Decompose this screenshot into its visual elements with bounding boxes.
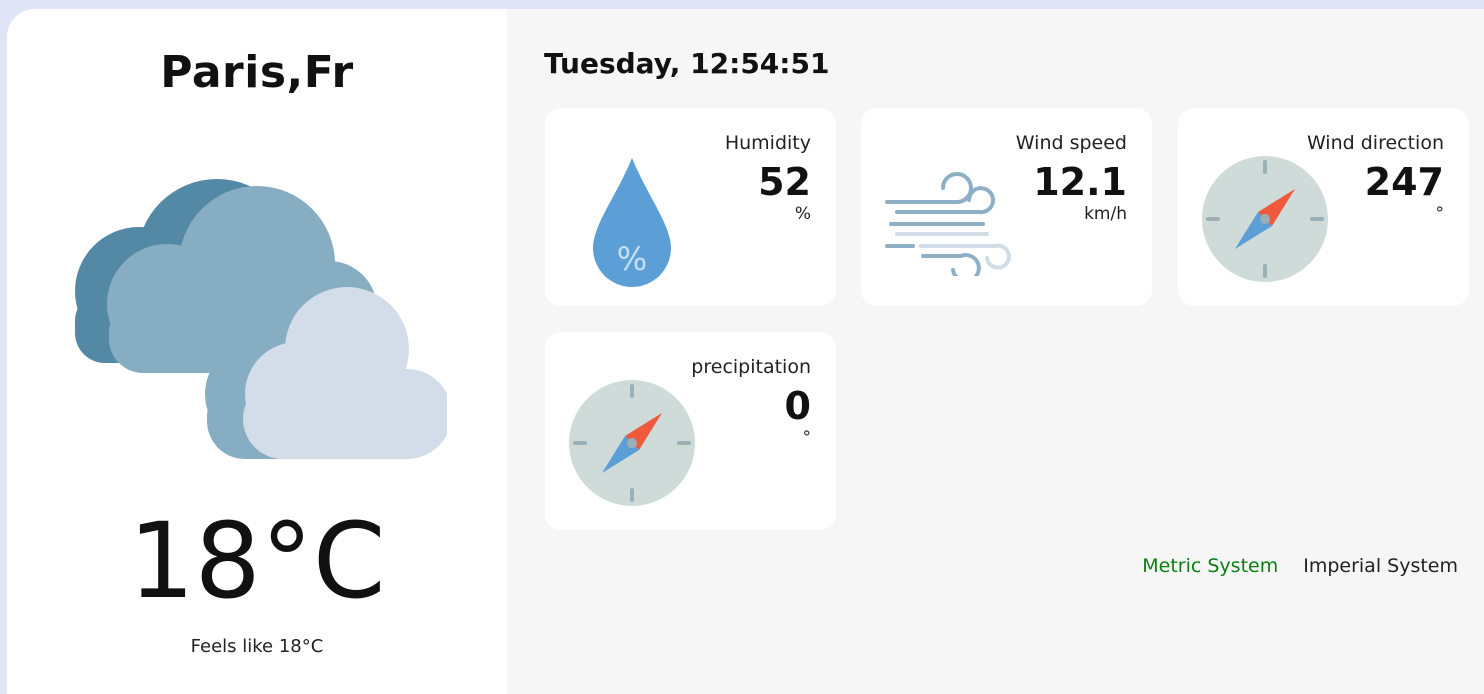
precipitation-value: 0 <box>784 384 811 428</box>
details-panel: Tuesday, 12:54:51 % Humidity 52 % Wind s… <box>507 9 1484 694</box>
wind-direction-label: Wind direction <box>1306 132 1444 154</box>
compass-icon <box>569 380 695 506</box>
compass-icon <box>1202 156 1328 282</box>
precipitation-card: precipitation 0 ° <box>545 332 836 530</box>
unit-system-toggle: Metric System Imperial System <box>1142 555 1458 577</box>
precipitation-label: precipitation <box>691 356 811 378</box>
wind-icon <box>885 172 1011 276</box>
humidity-unit: % <box>794 204 811 224</box>
wind-direction-card: Wind direction 247 ° <box>1178 108 1469 306</box>
current-temperature: 18°C <box>128 500 386 622</box>
wind-direction-unit: ° <box>1435 204 1445 224</box>
wind-direction-value: 247 <box>1364 160 1444 204</box>
wind-speed-unit: km/h <box>1084 204 1127 224</box>
humidity-value: 52 <box>758 160 811 204</box>
svg-text:%: % <box>617 240 647 278</box>
humidity-card: % Humidity 52 % <box>545 108 836 306</box>
wind-speed-card: Wind speed 12.1 km/h <box>861 108 1152 306</box>
feels-like-text: Feels like 18°C <box>190 636 324 657</box>
wind-speed-value: 12.1 <box>1033 160 1127 204</box>
humidity-label: Humidity <box>724 132 811 154</box>
humidity-drop-icon: % <box>593 158 671 287</box>
precipitation-unit: ° <box>802 428 812 448</box>
cloudy-icon <box>75 179 447 459</box>
current-weather-panel: Paris,Fr 18°C Feels like 18°C <box>7 9 507 694</box>
metric-system-link[interactable]: Metric System <box>1142 555 1278 577</box>
imperial-system-link[interactable]: Imperial System <box>1303 555 1458 577</box>
weather-app: Paris,Fr 18°C Feels like 18°C Tuesday, 1… <box>7 9 1484 694</box>
wind-speed-label: Wind speed <box>1015 132 1127 154</box>
city-name: Paris,Fr <box>160 47 354 98</box>
day-time: Tuesday, 12:54:51 <box>544 47 830 80</box>
